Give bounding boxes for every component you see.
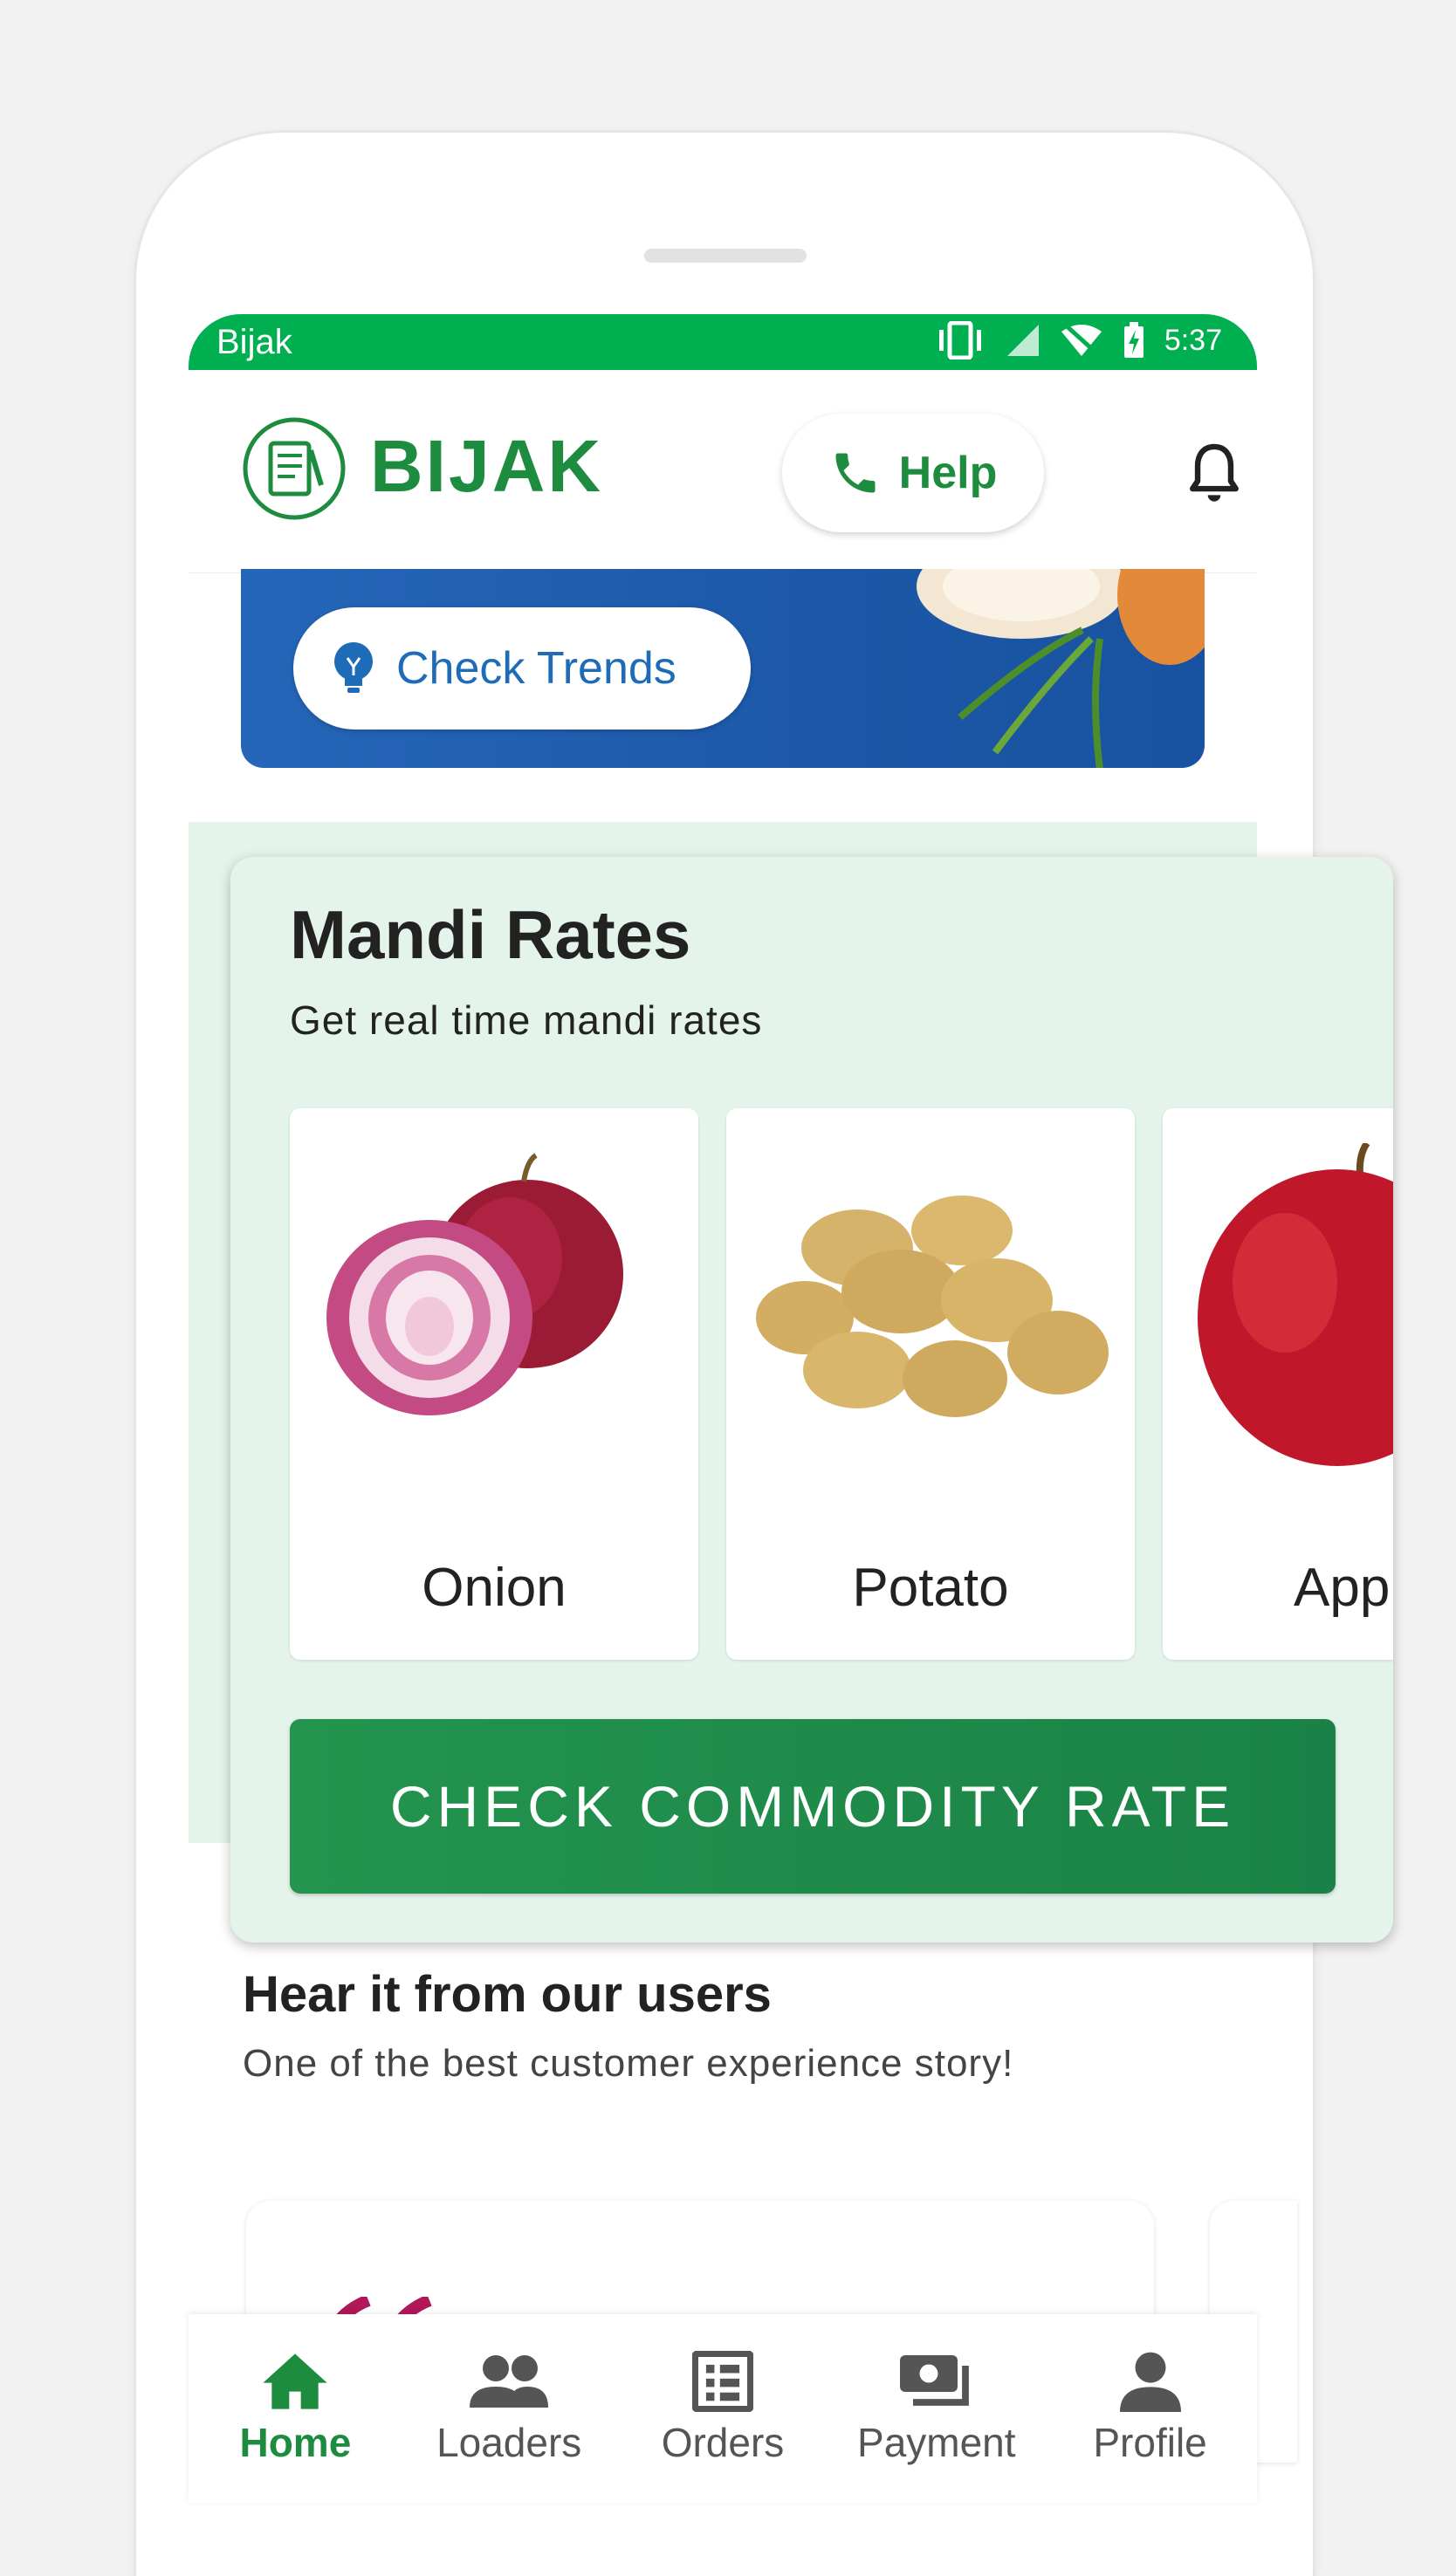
- home-icon: [263, 2353, 328, 2409]
- status-app-name: Bijak: [216, 323, 292, 361]
- check-trends-label: Check Trends: [396, 643, 676, 694]
- nav-label: Orders: [661, 2420, 785, 2465]
- signal-icon: [1006, 325, 1039, 356]
- brand-logo-text: BIJAK: [370, 425, 604, 507]
- battery-charging-icon: [1123, 322, 1144, 358]
- mandi-subtitle: Get real time mandi rates: [290, 997, 763, 1043]
- commodity-card-potato[interactable]: Potato: [726, 1108, 1135, 1660]
- nav-label: Profile: [1093, 2420, 1207, 2465]
- apple-image: [1198, 1143, 1393, 1466]
- person-icon: [1119, 2352, 1181, 2412]
- check-trends-button[interactable]: Check Trends: [293, 607, 751, 730]
- commodity-name: App: [1294, 1558, 1391, 1618]
- check-commodity-rate-button[interactable]: CHECK COMMODITY RATE: [290, 1719, 1336, 1894]
- vegetables-illustration: [917, 569, 1205, 768]
- app-header: BIJAK Help: [189, 370, 1257, 573]
- status-bar: Bijak 5:37: [189, 314, 1257, 370]
- people-icon: [470, 2355, 549, 2408]
- bijak-logo-icon: [243, 417, 346, 520]
- lightbulb-icon: [334, 642, 373, 693]
- nav-item-payment[interactable]: Payment: [841, 2314, 1033, 2466]
- nav-item-orders[interactable]: Orders: [627, 2314, 819, 2466]
- cash-icon: [899, 2355, 969, 2406]
- nav-item-home[interactable]: Home: [199, 2314, 391, 2466]
- help-label: Help: [898, 448, 998, 498]
- wifi-off-icon: [1061, 323, 1102, 358]
- mandi-rates-card: Mandi Rates Get real time mandi rates On…: [230, 857, 1393, 1942]
- bottom-navigation: Home Loaders Orders Payment Profile: [189, 2314, 1257, 2503]
- notification-bell-icon[interactable]: [1184, 440, 1245, 510]
- commodity-name: Onion: [422, 1558, 567, 1618]
- commodity-name: Potato: [852, 1558, 1009, 1618]
- help-button[interactable]: Help: [782, 414, 1044, 532]
- trends-banner: Check Trends: [241, 569, 1205, 768]
- mandi-title: Mandi Rates: [290, 896, 691, 973]
- users-section-subtitle: One of the best customer experience stor…: [243, 2042, 1014, 2085]
- users-section-title: Hear it from our users: [243, 1966, 772, 2023]
- commodity-card-apple[interactable]: App: [1163, 1108, 1393, 1660]
- nav-item-profile[interactable]: Profile: [1054, 2314, 1247, 2466]
- nav-label: Payment: [857, 2420, 1016, 2465]
- phone-speaker: [644, 249, 807, 263]
- list-icon: [691, 2351, 753, 2412]
- nav-item-loaders[interactable]: Loaders: [413, 2314, 605, 2466]
- vibrate-icon: [938, 321, 981, 360]
- commodity-card-onion[interactable]: Onion: [290, 1108, 698, 1660]
- onion-image: [326, 1153, 623, 1415]
- nav-label: Loaders: [436, 2420, 582, 2465]
- phone-icon: [835, 453, 876, 493]
- status-time: 5:37: [1164, 323, 1222, 357]
- nav-label: Home: [239, 2420, 352, 2465]
- potato-image: [756, 1196, 1109, 1417]
